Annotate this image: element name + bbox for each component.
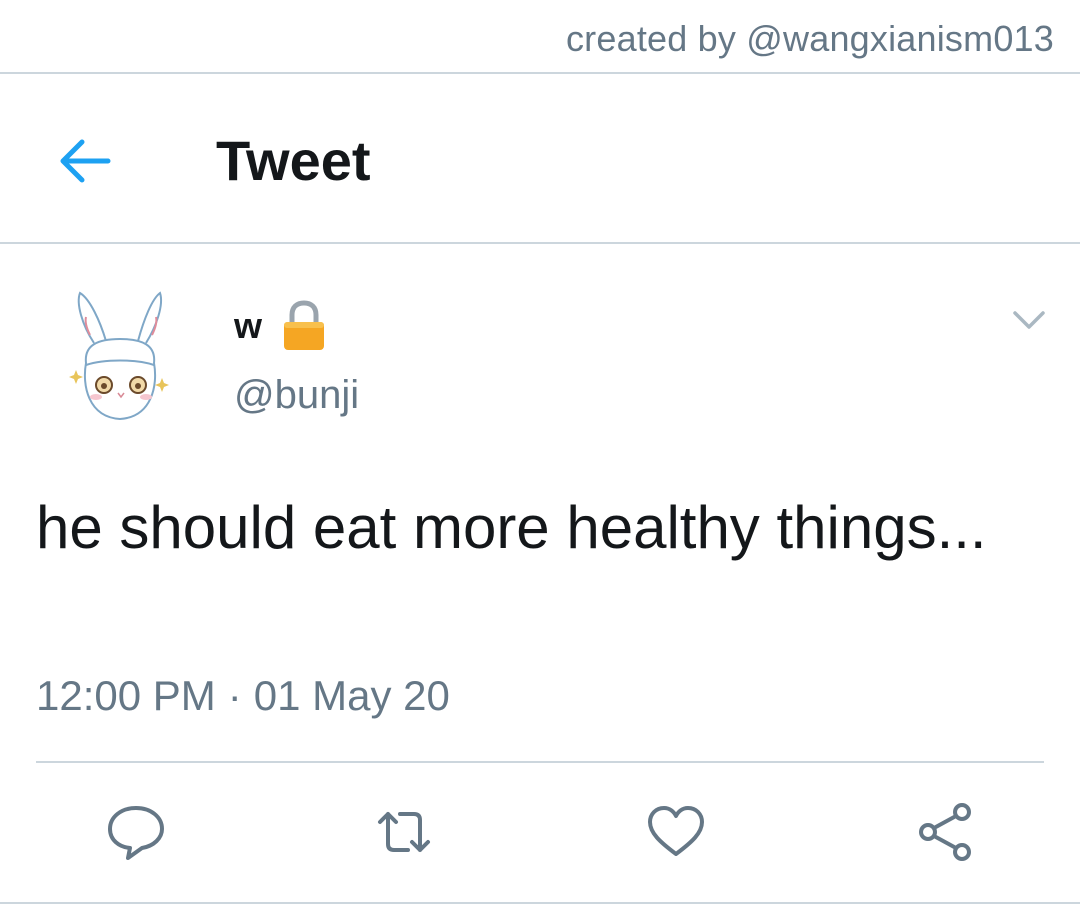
credit-text: created by @wangxianism013 [565,18,1054,59]
tweet-text: he should eat more healthy things... [36,494,987,561]
tweet-timestamp: 12:00 PM · 01 May 20 [36,672,450,720]
chevron-down-icon [1013,311,1045,329]
timestamp-separator: · [227,672,242,719]
like-icon [648,806,704,856]
lock-icon [284,300,325,350]
page-title: Tweet [216,129,371,192]
like-button[interactable] [644,800,708,864]
display-name-row[interactable]: w [234,300,326,352]
top-divider [0,72,1080,74]
tweet-time: 12:00 PM [36,672,216,719]
bunny-avatar-image [69,291,169,421]
retweet-button[interactable] [372,800,436,864]
avatar[interactable] [60,285,180,430]
share-button[interactable] [914,800,978,864]
tweet-menu-button[interactable] [1010,305,1048,335]
share-icon [919,803,971,861]
actions-divider [36,761,1044,763]
back-arrow-icon [60,139,111,183]
reply-icon [108,806,164,860]
back-button[interactable] [56,132,114,190]
header-divider [0,242,1080,244]
reply-button[interactable] [104,800,168,864]
user-handle[interactable]: @bunji [234,373,359,418]
display-name: w [234,305,263,346]
retweet-icon [378,812,430,852]
tweet-date: 01 May 20 [253,672,450,719]
bottom-divider [0,902,1080,904]
